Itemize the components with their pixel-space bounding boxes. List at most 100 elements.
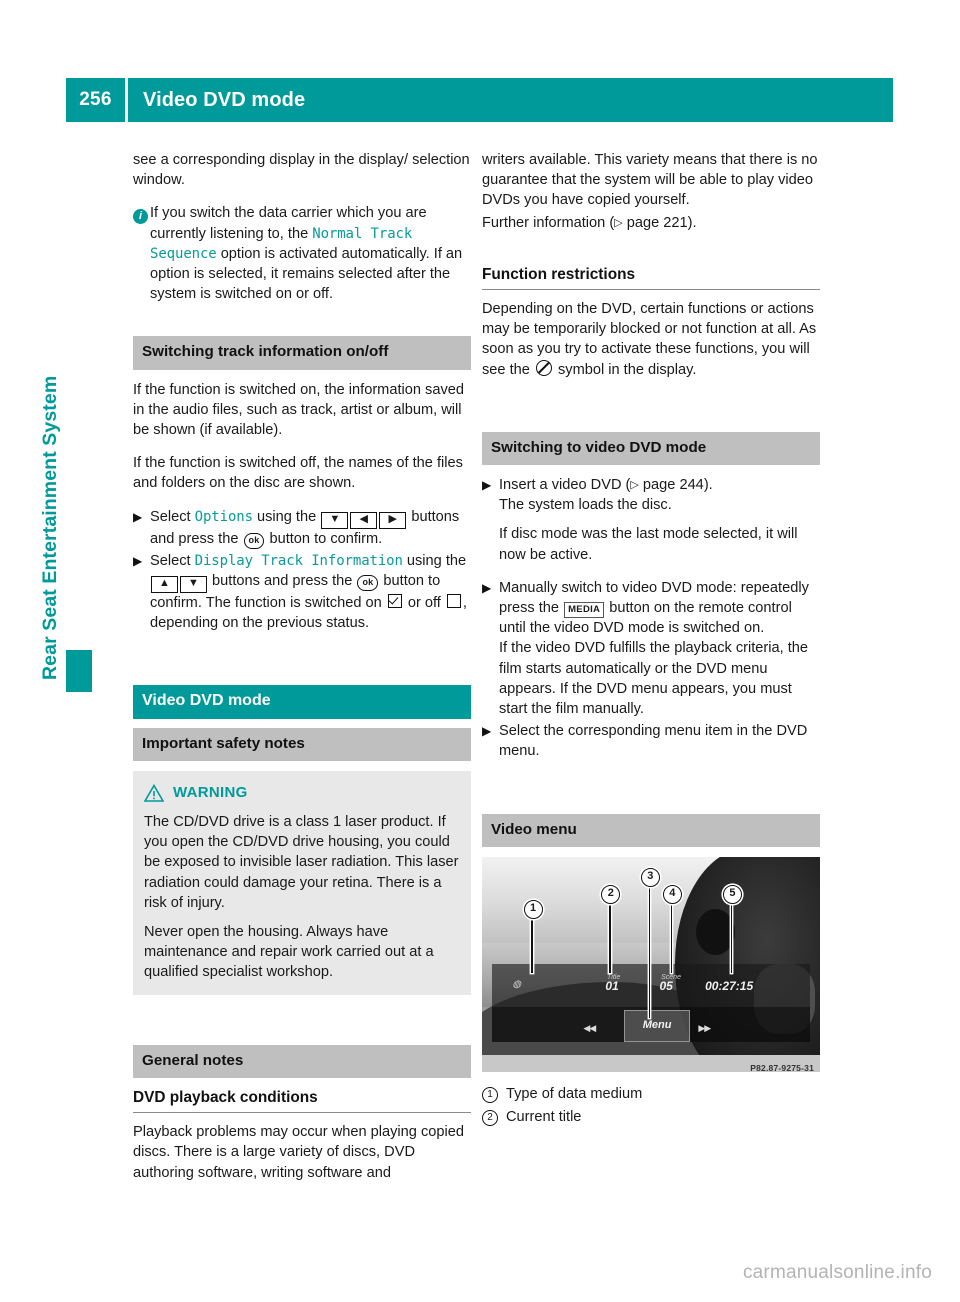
track-info-para-1: If the function is switched on, the info… [133, 381, 464, 439]
chapter-tab-marker [66, 650, 92, 692]
caption-text-2: Current title [506, 1109, 582, 1126]
section-heading-video-menu: Video menu [482, 813, 820, 847]
switching-step-3-body: Select the corresponding menu item in th… [499, 723, 808, 760]
osd-title-value: 01 [605, 979, 619, 994]
list-item: ▶ Select the corresponding menu item in … [482, 721, 820, 761]
manual-page: 256 Video DVD mode Rear Seat Entertainme… [0, 0, 960, 1302]
callout-marker-1: 1 [523, 899, 543, 919]
step-1-prefix: Select [150, 508, 195, 525]
caption-number-2: 2 [482, 1110, 498, 1127]
switching-step-2-body: Manually switch to video DVD mode: repea… [499, 578, 820, 719]
list-item: ▶ Insert a video DVD (▷ page 244). The s… [482, 475, 820, 565]
ok-key-icon: ok [243, 532, 265, 549]
list-item: ▶ Select Options using the ▼ ◀ ▶ buttons a… [133, 507, 471, 549]
list-item: ▶ Manually switch to video DVD mode: rep… [482, 578, 820, 719]
step-2-target: Display Track Information [194, 552, 403, 569]
info-note: i If you switch the data carrier which y… [133, 203, 471, 304]
callout-leader-5 [730, 902, 733, 973]
track-info-para-2: If the function is switched off, the nam… [133, 455, 463, 492]
function-restrictions-paragraph: Depending on the DVD, certain functions … [482, 299, 820, 380]
chapter-tab: Rear Seat Entertainment System [39, 280, 88, 680]
callout-marker-5: 5 [722, 884, 742, 904]
warning-paragraph-1: The CD/DVD drive is a class 1 laser prod… [144, 814, 459, 911]
step-1-suffix-after-ok: button to confirm. [265, 530, 383, 547]
chapter-tab-label: Rear Seat Entertainment System [39, 375, 61, 680]
checkbox-checked-icon [387, 594, 402, 609]
left-column: see a corresponding display in the displ… [133, 150, 471, 1185]
osd-scene-value: 05 [659, 979, 673, 994]
left-arrow-key-icon: ◀ [350, 511, 378, 529]
caption-number-1: 1 [482, 1086, 498, 1103]
step-bullet-icon: ▶ [482, 580, 492, 595]
step-bullet-icon: ▶ [133, 553, 143, 568]
osd-menu-button[interactable]: Menu [623, 1009, 691, 1042]
page-title: Video DVD mode [143, 88, 306, 111]
switching-step-1-sub-1: The system loads the disc. [499, 497, 672, 514]
figure-credit: P82.87-9275-31 [482, 1054, 820, 1072]
right-column: writers available. This variety means th… [482, 150, 820, 1130]
osd-status-bar [492, 964, 810, 1008]
right-continued-paragraph: writers available. This variety means th… [482, 152, 818, 209]
callout-leader-4 [670, 902, 673, 973]
list-item: ▶ Select Display Track Information using… [133, 551, 471, 634]
warning-box: WARNING The CD/DVD drive is a class 1 la… [133, 770, 471, 995]
site-watermark: carmanualsonline.info [742, 1262, 932, 1283]
page-header: 256 Video DVD mode [66, 78, 893, 122]
section-heading-switching-video-dvd: Switching to video DVD mode [482, 431, 820, 466]
step-1-body: Select Options using the ▼ ◀ ▶ buttons and… [150, 507, 471, 549]
step-2-body: Select Display Track Information using t… [150, 551, 471, 634]
osd-elapsed-time: 00:27:15 [705, 979, 754, 994]
page-reference-icon: ▷ [630, 479, 639, 492]
down-arrow-key-icon: ▼ [321, 511, 349, 529]
step-bullet-icon: ▶ [133, 509, 143, 524]
further-information-line: Further information (▷ page 221). [482, 213, 820, 233]
step-2-mid: using the [402, 552, 467, 569]
step-2-suffix-before-ok: buttons and press the [208, 573, 357, 590]
checkbox-unchecked-icon [446, 594, 461, 609]
switching-step-1-prefix: Insert a video DVD ( [499, 477, 631, 494]
callout-marker-2: 2 [601, 884, 621, 904]
ok-key-icon: ok [357, 575, 379, 592]
switching-step-1-sub-2: If disc mode was the last mode selected,… [499, 526, 798, 563]
switching-step-1-page-ref: page 244 [638, 477, 704, 494]
callout-marker-3: 3 [640, 867, 660, 887]
callout-marker-4: 4 [662, 884, 682, 904]
page-reference-icon: ▷ [614, 216, 623, 229]
section-heading-track-info: Switching track information on/off [133, 336, 471, 370]
warning-label: WARNING [173, 783, 248, 801]
warning-paragraph-2: Never open the housing. Always have main… [144, 924, 434, 981]
osd-skip-forward-icon: ▶▶ [698, 1023, 711, 1034]
osd-skip-back-icon: ◀◀ [583, 1023, 596, 1034]
switching-step-1-body: Insert a video DVD (▷ page 244). The sys… [499, 475, 820, 565]
no-entry-icon [535, 359, 552, 376]
caption-row: 2 Current title [482, 1107, 820, 1127]
step-bullet-icon: ▶ [482, 724, 492, 739]
further-info-prefix: Further information ( [482, 214, 615, 231]
video-menu-figure: Title 01 Scene 05 00:27:15 ◍ ◀◀ Menu ▶▶ … [482, 856, 820, 1072]
callout-leader-2 [609, 902, 611, 973]
further-info-suffix: ). [687, 214, 697, 231]
general-notes-paragraph: Playback problems may occur when playing… [133, 1124, 464, 1181]
right-arrow-key-icon: ▶ [379, 511, 407, 529]
callout-leader-1 [531, 917, 533, 973]
step-2-status-prefix: The function is switched on [205, 595, 386, 612]
switching-step-1-suffix: ). [703, 477, 713, 494]
step-2-prefix: Select [150, 552, 195, 569]
up-arrow-key-icon: ▲ [151, 576, 178, 594]
subheading-dvd-playback-conditions: DVD playback conditions [133, 1088, 471, 1114]
section-heading-general-notes: General notes [133, 1044, 471, 1078]
